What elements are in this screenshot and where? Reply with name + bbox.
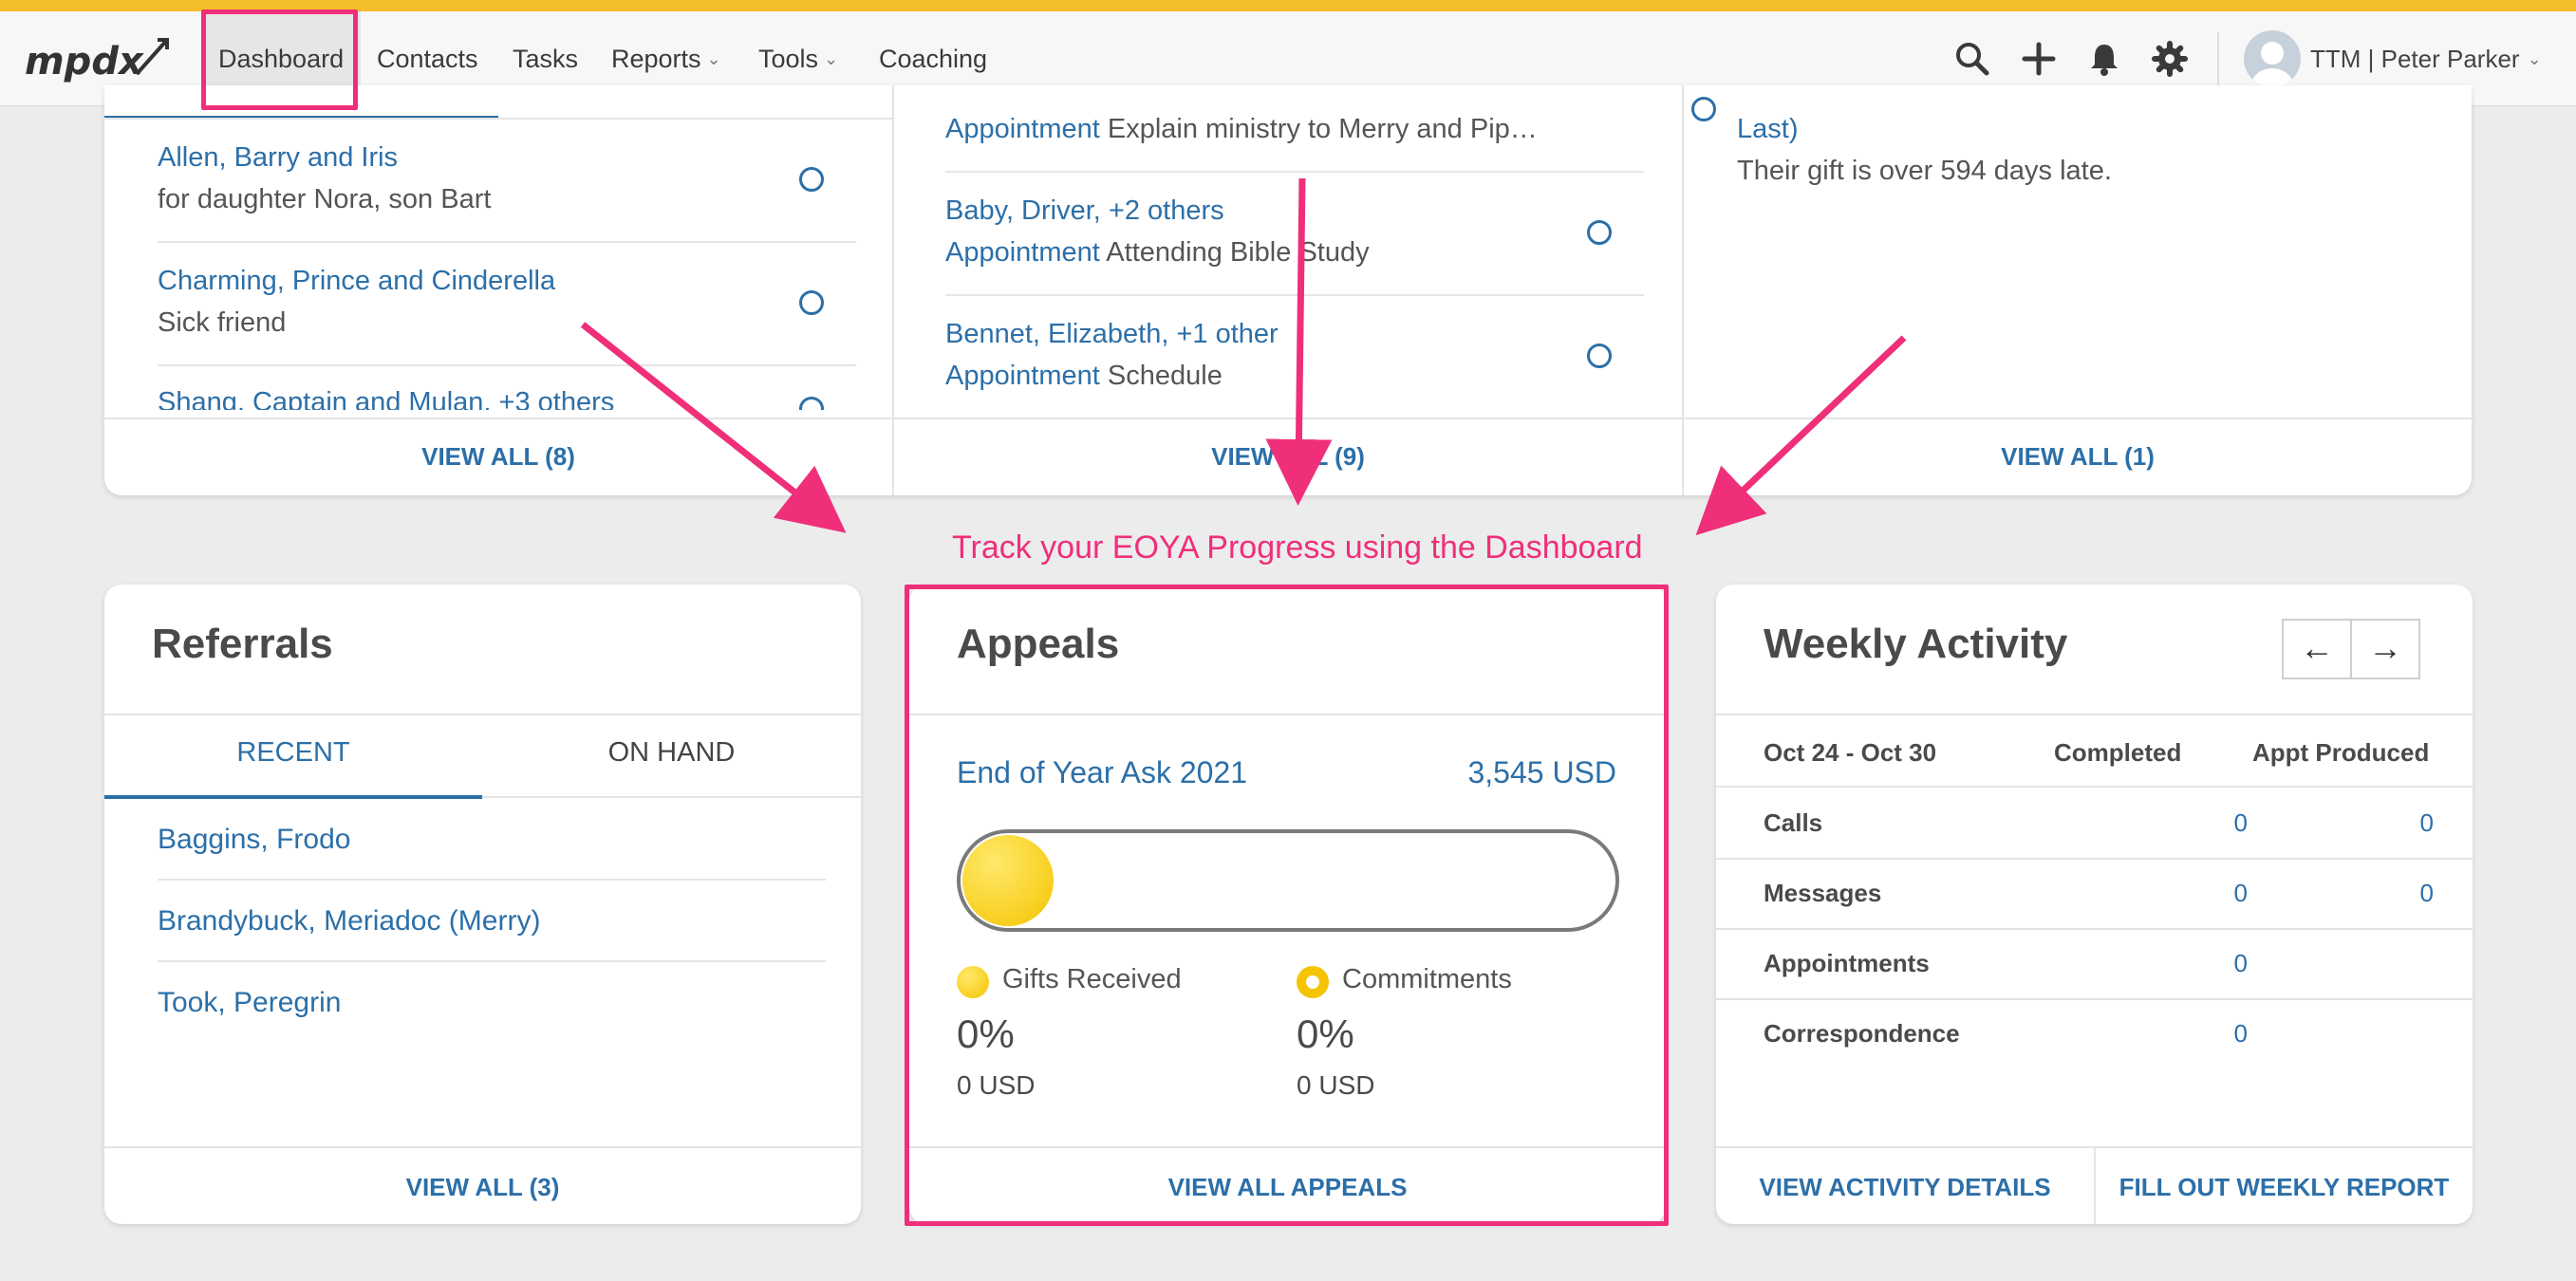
task-description: Sick friend [158,307,287,338]
task-row[interactable]: Appointment Explain ministry to Merry an… [945,114,1538,145]
footer-divider [104,1146,861,1148]
dashboard-highlight-box [201,9,358,110]
footer-divider [104,418,2472,419]
task-row-clipped: Shang, Captain and Mulan, +3 others [158,387,879,410]
column-divider [1682,85,1684,495]
divider [1716,714,2473,715]
divider [482,796,861,798]
calls-appt-link[interactable]: 0 [2377,808,2434,838]
row-label: Appointments [1764,949,1930,977]
divider [1716,786,2473,788]
weekly-activity-card: Weekly Activity ← → Oct 24 - Oct 30 Comp… [1716,585,2473,1224]
divider [158,364,856,366]
annotation-text: Track your EOYA Progress using the Dashb… [952,529,1643,566]
card-title: Weekly Activity [1764,621,2068,667]
row-label: Correspondence [1764,1019,1960,1048]
divider [1716,998,2473,1000]
divider [945,171,1644,173]
task-contact-link[interactable]: Charming, Prince and Cinderella [158,266,555,297]
appeals-highlight-box [905,585,1669,1226]
view-all-late-link[interactable]: VIEW ALL (1) [1684,442,2472,472]
active-tab-indicator [104,795,482,799]
complete-task-checkbox[interactable] [799,167,824,192]
fill-out-weekly-report-link[interactable]: FILL OUT WEEKLY REPORT [2096,1173,2473,1202]
next-week-button[interactable]: → [2350,619,2420,679]
bell-icon[interactable] [2085,40,2123,78]
task-contact-link[interactable]: Shang, Captain and Mulan, +3 others [158,387,614,410]
calls-completed-link[interactable]: 0 [2191,808,2248,838]
complete-task-checkbox[interactable] [799,290,824,315]
referral-link[interactable]: Brandybuck, Meriadoc (Merry) [158,905,540,938]
appointments-completed-link[interactable]: 0 [2191,949,2248,978]
chevron-down-icon: ⌄ [706,49,721,68]
view-activity-details-link[interactable]: VIEW ACTIVITY DETAILS [1716,1173,2094,1202]
divider [158,960,826,962]
row-label: Messages [1764,879,1882,907]
chevron-down-icon: ⌄ [2527,49,2542,68]
task-contact-link[interactable]: Bennet, Elizabeth, +1 other [945,319,1279,350]
view-all-tasks-link[interactable]: VIEW ALL (8) [104,442,892,472]
divider [1716,858,2473,860]
divider [158,879,826,881]
week-range: Oct 24 - Oct 30 [1764,738,1937,767]
late-gift-description: Their gift is over 594 days late. [1737,156,2112,186]
task-contact-link[interactable]: Allen, Barry and Iris [158,142,398,174]
complete-task-checkbox[interactable] [1587,343,1612,368]
nav-divider [2217,32,2219,85]
task-description: for daughter Nora, son Bart [158,184,492,214]
referral-link[interactable]: Baggins, Frodo [158,824,350,856]
divider [945,294,1644,296]
column-completed: Completed [2054,738,2182,767]
divider [158,241,856,243]
messages-completed-link[interactable]: 0 [2191,879,2248,908]
arrow-right-icon: → [2368,628,2402,667]
view-all-referrals-link[interactable]: VIEW ALL (3) [104,1173,861,1202]
svg-text:mpdx: mpdx [25,40,144,84]
referral-link[interactable]: Took, Peregrin [158,987,341,1019]
task-row: Appointment Schedule [945,361,1223,391]
column-appt-produced: Appt Produced [2252,738,2430,767]
view-all-upcoming-link[interactable]: VIEW ALL (9) [894,442,1682,472]
complete-task-checkbox[interactable] [799,397,824,410]
arrow-left-icon: ← [2300,628,2334,667]
previous-week-button[interactable]: ← [2282,619,2352,679]
search-icon[interactable] [1953,40,1991,78]
tab-recent[interactable]: RECENT [104,713,482,792]
card-title: Referrals [152,621,333,667]
complete-task-checkbox[interactable] [1691,97,1716,121]
chevron-down-icon: ⌄ [824,49,839,68]
messages-appt-link[interactable]: 0 [2377,879,2434,908]
late-contact-link[interactable]: Last) [1737,114,1798,145]
complete-task-checkbox[interactable] [1587,220,1612,245]
mpdx-logo[interactable]: mpdx [25,32,177,85]
top-cards-row: Allen, Barry and Iris for daughter Nora,… [104,85,2472,495]
tab-on-hand[interactable]: ON HAND [482,713,861,792]
task-contact-link[interactable]: Baby, Driver, +2 others [945,195,1224,227]
brand-stripe [0,0,2576,11]
user-silhouette-icon [2251,42,2293,87]
divider [104,118,892,120]
plus-icon[interactable] [2020,40,2058,78]
row-label: Calls [1764,808,1823,837]
referrals-card: Referrals RECENT ON HAND Baggins, Frodo … [104,585,861,1224]
column-divider [892,85,894,495]
gear-icon[interactable] [2151,40,2189,78]
divider [1716,928,2473,930]
correspondence-completed-link[interactable]: 0 [2191,1019,2248,1049]
task-row: Appointment Attending Bible Study [945,237,1370,268]
avatar[interactable] [2244,30,2301,87]
